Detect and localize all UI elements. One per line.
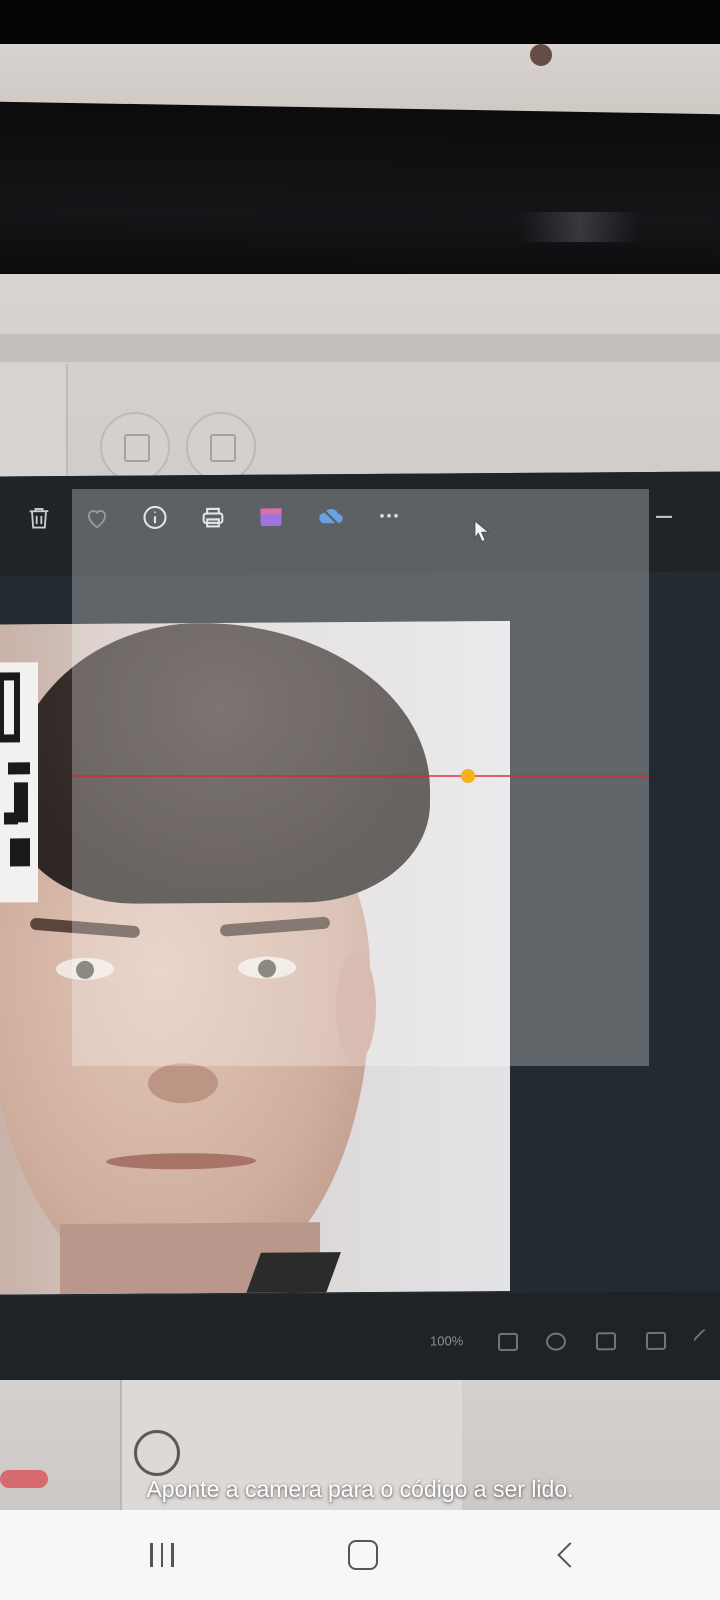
- trash-icon: [24, 504, 54, 534]
- wall-spot: [530, 44, 552, 66]
- actual-size-icon: [646, 1331, 666, 1351]
- zoom-in-icon: [546, 1332, 566, 1351]
- scan-line: [72, 775, 649, 777]
- background-window-panel: [0, 364, 68, 484]
- back-icon: [557, 1542, 583, 1568]
- fullscreen-icon: [692, 1328, 716, 1351]
- minimize-icon: [656, 515, 672, 518]
- home-icon: [348, 1540, 378, 1570]
- recent-apps-button[interactable]: [132, 1530, 192, 1580]
- background-ring: [134, 1430, 180, 1476]
- scan-area-frame: [72, 489, 649, 1066]
- qr-scanner-screen: 100% Aponte a camera para o código a ser…: [0, 0, 720, 1600]
- scan-instruction-text: Aponte a camera para o código a ser lido…: [146, 1476, 574, 1502]
- back-button[interactable]: [536, 1530, 596, 1580]
- navigation-bar: [0, 1510, 720, 1600]
- fit-to-window-icon: [596, 1332, 616, 1351]
- qr-code-fragment: [0, 662, 38, 903]
- focus-point: [461, 769, 475, 783]
- status-bar: [0, 0, 720, 44]
- zoom-out-icon: [498, 1332, 518, 1352]
- monitor-bezel: [0, 101, 720, 297]
- bezel-reflection: [520, 212, 640, 242]
- home-button[interactable]: [333, 1530, 393, 1580]
- zoom-level: 100%: [430, 1333, 464, 1349]
- viewer-status-bar: 100%: [0, 1291, 720, 1387]
- background-upload-icon: [100, 412, 170, 482]
- background-clipboard-icon: [186, 412, 256, 482]
- recent-apps-icon: [150, 1543, 174, 1567]
- background-window-bar: [0, 334, 720, 362]
